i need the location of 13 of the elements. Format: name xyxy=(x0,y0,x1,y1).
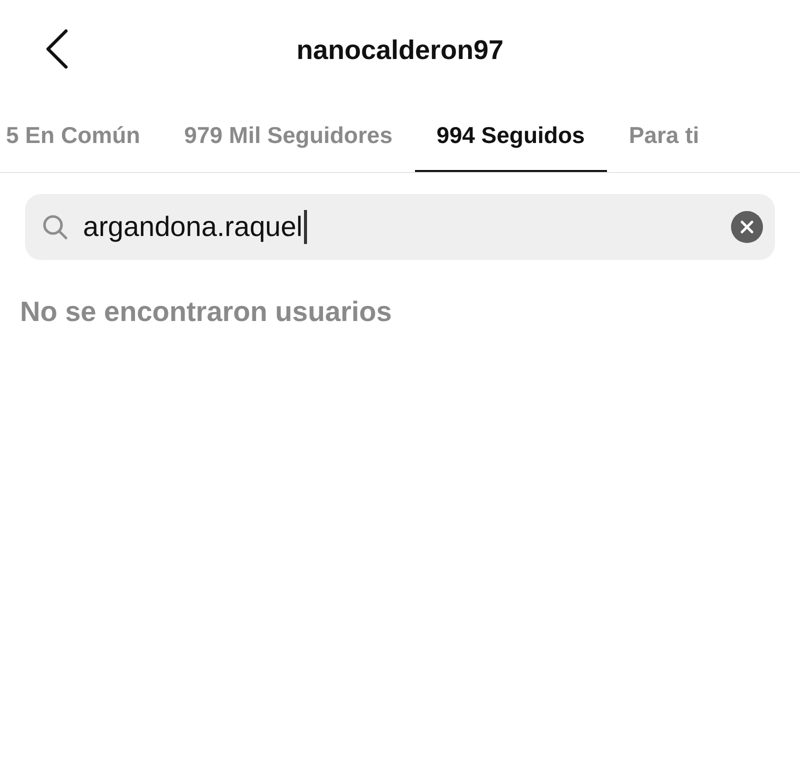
search-field[interactable]: argandona.raquel xyxy=(25,194,775,260)
chevron-left-icon xyxy=(44,29,70,69)
profile-username: nanocalderon97 xyxy=(296,34,504,66)
back-button[interactable] xyxy=(44,29,70,69)
search-query: argandona.raquel xyxy=(83,211,303,243)
empty-results-message: No se encontraron usuarios xyxy=(20,296,393,328)
tab[interactable]: 994 Seguidos xyxy=(414,100,607,172)
clear-button[interactable] xyxy=(731,211,763,243)
tab[interactable]: 5 En Común xyxy=(0,100,162,172)
tab[interactable]: 979 Mil Seguidores xyxy=(162,100,415,172)
text-cursor xyxy=(304,210,307,244)
tab[interactable]: Para ti xyxy=(606,100,722,172)
search-icon xyxy=(41,213,69,241)
